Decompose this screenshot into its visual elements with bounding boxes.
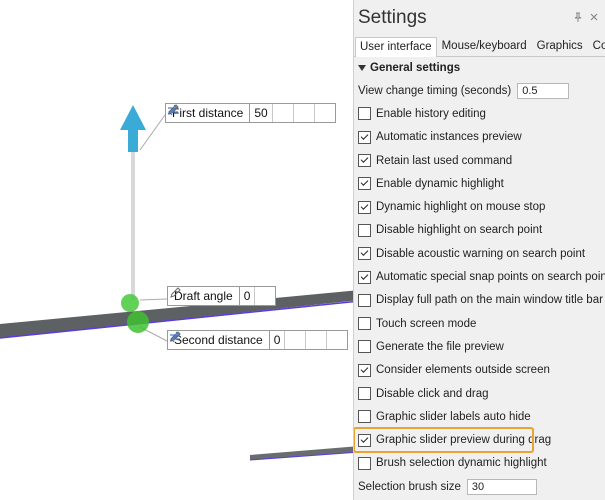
view-change-timing-input[interactable]: 0.5 — [517, 82, 570, 99]
option-label: Graphic slider labels auto hide — [376, 410, 531, 423]
view-change-timing-row: View change timing (seconds) 0.5 — [354, 79, 605, 102]
symmetric-icon[interactable] — [167, 104, 314, 122]
collapse-triangle-icon[interactable] — [358, 64, 366, 72]
option-row[interactable]: Consider elements outside screen — [354, 359, 605, 382]
first-distance-label[interactable]: First distance 50 — [165, 103, 336, 123]
option-label: Brush selection dynamic highlight — [376, 457, 547, 470]
option-label: Graphic slider preview during drag — [376, 434, 552, 447]
settings-tabs: User interfaceMouse/keyboardGraphicsColo… — [354, 36, 605, 57]
option-row[interactable]: Disable highlight on search point — [354, 219, 605, 242]
section-general-settings[interactable]: General settings — [354, 57, 605, 79]
edit-pencil-icon[interactable] — [168, 104, 335, 122]
option-row[interactable]: Dynamic highlight on mouse stop — [354, 195, 605, 218]
option-row[interactable]: Touch screen mode — [354, 312, 605, 335]
swap-direction-icon[interactable] — [168, 104, 293, 122]
option-row[interactable]: Disable acoustic warning on search point — [354, 242, 605, 265]
checkbox[interactable] — [358, 363, 371, 377]
option-label: Display full path on the main window tit… — [376, 294, 603, 307]
option-label: Disable highlight on search point — [376, 224, 543, 237]
option-row[interactable]: Enable dynamic highlight — [354, 172, 605, 195]
checkbox[interactable] — [358, 177, 371, 191]
view-change-timing-label: View change timing (seconds) — [358, 84, 512, 97]
second-distance-handle — [127, 311, 149, 333]
draft-angle-value[interactable]: 0 — [238, 287, 255, 305]
settings-panel: Settings User interface Mouse/keyboard Gra… — [353, 0, 605, 500]
checkbox[interactable] — [358, 200, 371, 214]
option-row[interactable]: Retain last used command — [354, 149, 605, 172]
option-label: Consider elements outside screen — [376, 364, 550, 377]
first-distance-value[interactable]: 50 — [249, 104, 271, 122]
checkbox[interactable] — [358, 270, 371, 284]
option-row[interactable]: Graphic slider labels auto hide — [354, 405, 605, 428]
extrude-arrow-head — [120, 105, 146, 130]
checkbox[interactable] — [358, 387, 371, 400]
option-label: Enable dynamic highlight — [376, 177, 504, 190]
section-title: General settings — [370, 62, 461, 74]
option-label: Dynamic highlight on mouse stop — [376, 201, 546, 214]
checkbox[interactable] — [358, 293, 371, 307]
checkbox[interactable] — [358, 456, 371, 470]
pin-icon[interactable] — [573, 12, 583, 25]
selection-brush-size-row: Selection brush size 30 — [354, 475, 605, 498]
option-row[interactable]: Automatic instances preview — [354, 126, 605, 149]
option-row[interactable]: Disable click and drag — [354, 382, 605, 405]
option-label: Retain last used command — [376, 154, 513, 167]
tab-mouse-keyboard[interactable]: Mouse/keyboard — [437, 36, 532, 56]
option-label: Enable history editing — [376, 107, 486, 120]
checkbox[interactable] — [358, 154, 371, 168]
edit-pencil-icon[interactable] — [170, 287, 275, 305]
checkbox[interactable] — [358, 340, 371, 354]
option-row[interactable]: Display full path on the main window tit… — [354, 289, 605, 312]
selection-brush-size-label: Selection brush size — [358, 480, 461, 493]
option-label: Disable click and drag — [376, 387, 489, 400]
close-icon[interactable] — [589, 12, 599, 25]
option-row[interactable]: Brush selection dynamic highlight — [354, 452, 605, 475]
option-label: Automatic instances preview — [376, 131, 522, 144]
option-label: Touch screen mode — [376, 317, 477, 330]
checkbox[interactable] — [358, 410, 371, 424]
option-label: Generate the file preview — [376, 340, 504, 353]
second-distance-value[interactable]: 0 — [268, 331, 285, 349]
second-distance-name: Second distance — [174, 333, 263, 347]
extrude-arrow-shaft — [128, 130, 138, 152]
checkbox[interactable] — [358, 130, 371, 144]
options-list: Enable history editing Automatic instance… — [354, 102, 605, 475]
tab-colours[interactable]: Colours — [588, 36, 605, 56]
draft-angle-label[interactable]: Draft angle 0 — [167, 286, 277, 306]
option-row[interactable]: Graphic slider preview during drag — [354, 427, 551, 453]
selection-brush-size-input[interactable]: 30 — [466, 478, 537, 495]
checkbox[interactable] — [358, 433, 371, 447]
panel-header: Settings — [354, 0, 605, 36]
checkbox[interactable] — [358, 317, 371, 331]
symmetric-icon[interactable] — [169, 331, 326, 349]
option-row[interactable]: Enable history editing — [354, 102, 605, 125]
edit-pencil-icon[interactable] — [170, 331, 347, 349]
draft-angle-handle — [121, 294, 139, 312]
second-distance-label[interactable]: Second distance 0 — [167, 330, 349, 350]
swap-direction-icon[interactable] — [170, 331, 305, 349]
checkbox[interactable] — [358, 247, 371, 261]
checkbox[interactable] — [358, 223, 371, 237]
checkbox[interactable] — [358, 107, 371, 121]
option-row[interactable]: Generate the file preview — [354, 335, 605, 358]
option-label: Automatic special snap points on search … — [376, 271, 605, 284]
option-row[interactable]: Automatic special snap points on search … — [354, 265, 605, 288]
option-label: Disable acoustic warning on search point — [376, 247, 586, 260]
panel-title: Settings — [358, 7, 427, 28]
tab-graphics[interactable]: Graphics — [532, 36, 588, 56]
tab-user-interface[interactable]: User interface — [355, 37, 437, 57]
